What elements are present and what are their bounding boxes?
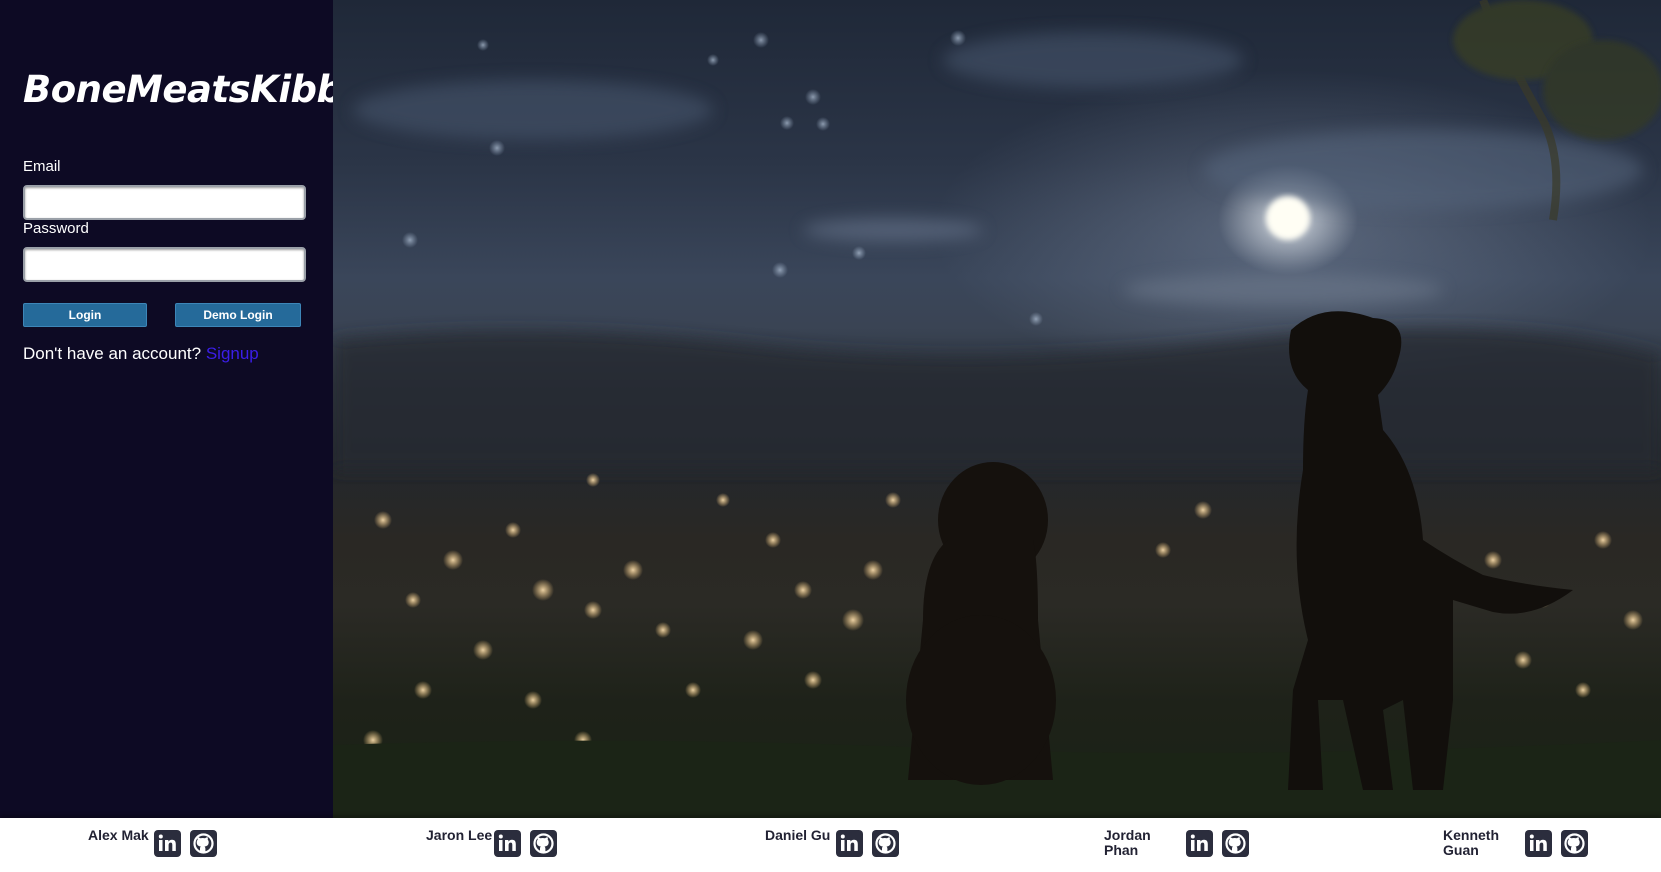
email-field[interactable]: [23, 185, 306, 220]
linkedin-icon[interactable]: [1186, 830, 1213, 857]
linkedin-icon[interactable]: [1525, 830, 1552, 857]
github-icon[interactable]: [530, 830, 557, 857]
member-name: Daniel Gu: [765, 827, 831, 843]
app-logo-title: BoneMeatsKibble: [23, 68, 380, 111]
signup-prompt-text: Don't have an account?: [23, 344, 202, 363]
github-icon[interactable]: [1561, 830, 1588, 857]
moon: [1266, 196, 1310, 240]
password-field[interactable]: [23, 247, 306, 282]
login-button[interactable]: Login: [23, 303, 147, 327]
login-sidebar: BoneMeatsKibble Email Password Login Dem…: [0, 0, 380, 818]
demo-login-button[interactable]: Demo Login: [175, 303, 301, 327]
linkedin-icon[interactable]: [494, 830, 521, 857]
small-dog-silhouette: [906, 462, 1056, 785]
team-footer: Alex Mak Jaron Lee Daniel Gu Jordan Phan…: [0, 818, 1661, 872]
member-name: Jordan Phan: [1104, 827, 1151, 858]
linkedin-icon[interactable]: [154, 830, 181, 857]
team-member-jordan-phan: Jordan Phan: [1104, 828, 1254, 868]
signup-link[interactable]: Signup: [206, 344, 259, 363]
night-city-dogs-image: [333, 0, 1661, 818]
team-member-daniel-gu: Daniel Gu: [765, 828, 905, 868]
signup-prompt-row: Don't have an account? Signup: [23, 344, 259, 364]
linkedin-icon[interactable]: [836, 830, 863, 857]
team-member-alex-mak: Alex Mak: [88, 828, 228, 868]
member-name: Alex Mak: [88, 827, 149, 843]
email-label: Email: [23, 158, 61, 175]
github-icon[interactable]: [1222, 830, 1249, 857]
member-name: Jaron Lee: [426, 827, 493, 843]
hero-background-image: [333, 0, 1661, 818]
clouds: [353, 32, 1643, 306]
team-member-kenneth-guan: Kenneth Guan: [1443, 828, 1593, 868]
sky-bokeh: [402, 30, 1043, 326]
team-member-jaron-lee: Jaron Lee: [426, 828, 566, 868]
member-name: Kenneth Guan: [1443, 827, 1499, 858]
github-icon[interactable]: [190, 830, 217, 857]
github-icon[interactable]: [872, 830, 899, 857]
password-label: Password: [23, 220, 89, 237]
